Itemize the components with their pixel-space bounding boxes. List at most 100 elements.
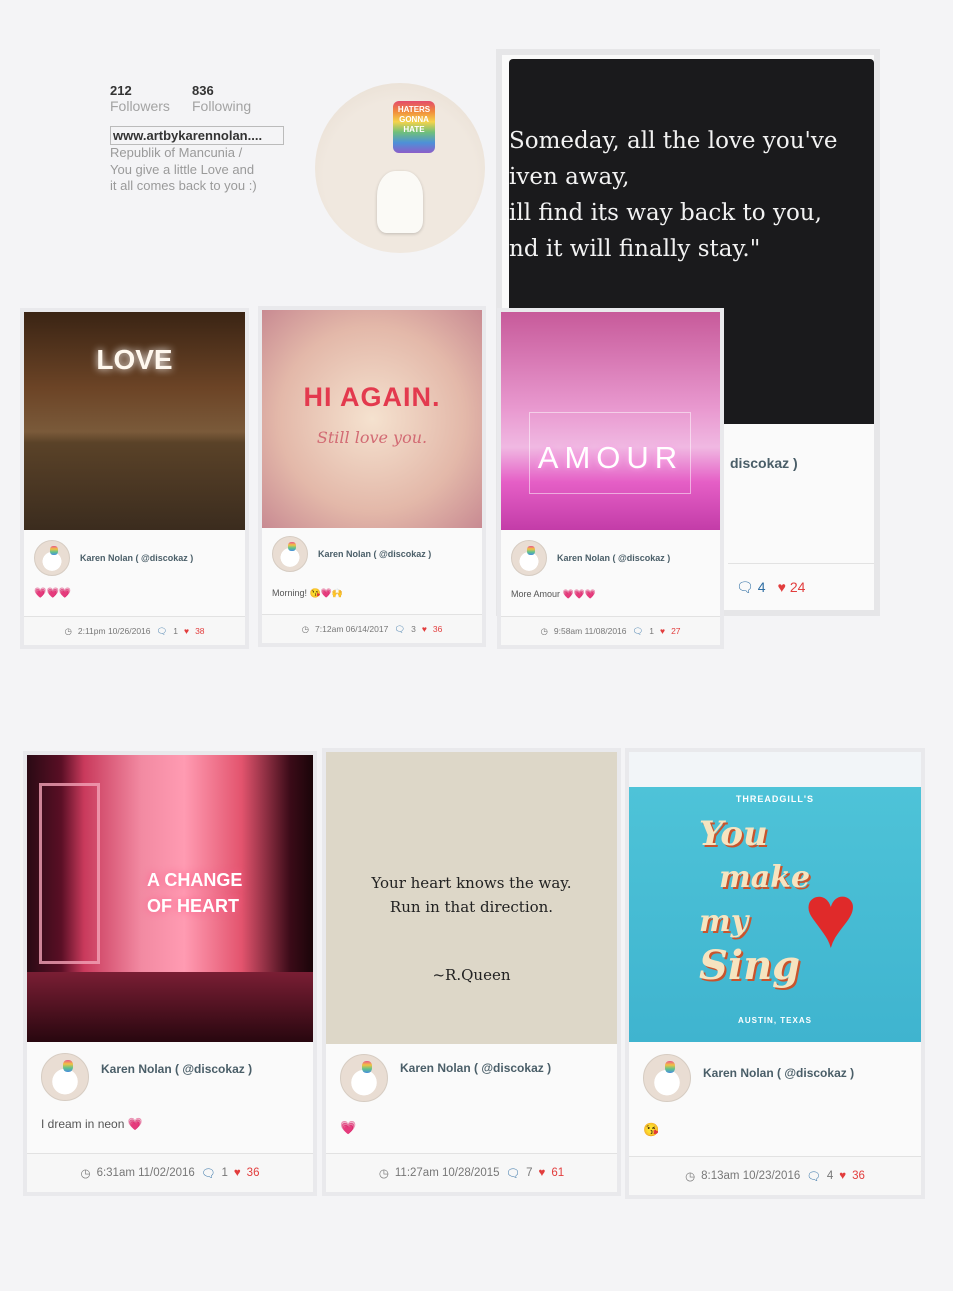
- heart-icon: ♥: [660, 626, 666, 636]
- post-meta: ◷ 2:11pm 10/26/2016 🗨 1 ♥ 38: [24, 616, 245, 645]
- following-count: 836: [192, 83, 214, 98]
- comment-count: 1: [173, 626, 179, 636]
- floor: [27, 972, 313, 1042]
- post-author[interactable]: Karen Nolan ( @discokaz ): [400, 1061, 551, 1075]
- mural-banner: THREADGILL'S: [735, 794, 815, 804]
- post-author[interactable]: Karen Nolan ( @discokaz ): [80, 553, 193, 563]
- post-caption: 😘: [643, 1122, 660, 1137]
- post-time: 11:27am 10/28/2015: [394, 1167, 500, 1179]
- post-meta: ◷ 7:12am 06/14/2017 🗨 3 ♥ 36: [262, 614, 482, 643]
- post-meta: ◷ 6:31am 11/02/2016 🗨 1 ♥ 36: [27, 1153, 313, 1192]
- post-time: 2:11pm 10/26/2016: [77, 626, 151, 636]
- post-caption: Morning! 😘💗🙌: [272, 588, 344, 598]
- quote-line: nd it will finally stay.": [509, 236, 761, 262]
- quote-attribution: ~R.Queen: [432, 966, 511, 984]
- quote-line: Run in that direction.: [389, 898, 554, 916]
- like-count: 36: [246, 1167, 260, 1179]
- like-count: 38: [195, 626, 205, 636]
- comment-count: 4: [757, 579, 766, 595]
- post-card[interactable]: AMOUR Karen Nolan ( @discokaz ) More Amo…: [501, 312, 720, 645]
- bio-line: Republik of Mancunia /: [110, 145, 243, 160]
- avatar[interactable]: [340, 1054, 388, 1102]
- comment-icon: 🗨: [200, 1168, 216, 1180]
- quote-author[interactable]: discokaz ): [730, 455, 798, 471]
- heart-icon: ♥: [233, 1167, 241, 1179]
- comment-count: 7: [526, 1167, 533, 1179]
- clock-icon: ◷: [80, 1168, 91, 1180]
- post-caption: 💗: [340, 1120, 357, 1135]
- avatar[interactable]: [511, 540, 547, 576]
- heart-icon: ♥: [184, 626, 190, 636]
- image-text: A CHANGE OF HEART: [147, 870, 243, 916]
- post-meta: ◷ 8:13am 10/23/2016 🗨 4 ♥ 36: [629, 1156, 921, 1195]
- mural-word: You: [699, 814, 768, 854]
- door-frame: [39, 783, 100, 964]
- like-count: 36: [852, 1170, 865, 1182]
- followers-stat[interactable]: 212 Followers: [110, 83, 170, 114]
- followers-label: Followers: [110, 98, 170, 114]
- avatar[interactable]: [643, 1054, 691, 1102]
- like-count: 27: [671, 626, 681, 636]
- post-author[interactable]: Karen Nolan ( @discokaz ): [318, 549, 431, 559]
- like-count: 36: [432, 624, 443, 634]
- post-image-change-of-heart: A CHANGE OF HEART: [27, 755, 313, 1042]
- comment-count: 3: [411, 624, 416, 634]
- post-card[interactable]: THREADGILL'S You make my Sing ♥ AUSTIN, …: [629, 752, 921, 1195]
- post-caption: More Amour 💗💗💗: [511, 589, 597, 599]
- following-stat[interactable]: 836 Following: [192, 83, 251, 114]
- quote-line: Your heart knows the way.: [371, 874, 572, 892]
- post-author[interactable]: Karen Nolan ( @discokaz ): [101, 1062, 252, 1076]
- website-link[interactable]: www.artbykarennolan....: [110, 126, 284, 145]
- post-image-love: LOVE: [24, 312, 245, 530]
- post-image-mural: THREADGILL'S You make my Sing ♥ AUSTIN, …: [629, 752, 921, 1042]
- post-card[interactable]: Your heart knows the way. Run in that di…: [326, 752, 617, 1192]
- image-text: LOVE: [96, 344, 173, 375]
- post-time: 9:58am 11/08/2016: [553, 626, 627, 636]
- clock-icon: ◷: [301, 623, 310, 634]
- post-image-amour: AMOUR: [501, 312, 720, 530]
- avatar[interactable]: [272, 536, 308, 572]
- post-time: 8:13am 10/23/2016: [701, 1170, 801, 1182]
- post-meta: ◷ 11:27am 10/28/2015 🗨 7 ♥ 61: [326, 1153, 617, 1192]
- image-subtext: Still love you.: [316, 428, 428, 447]
- image-text: AMOUR: [537, 440, 684, 475]
- bio: Republik of Mancunia / You give a little…: [110, 145, 295, 195]
- post-meta: ◷ 9:58am 11/08/2016 🗨 1 ♥ 27: [501, 616, 720, 645]
- heart-icon: ♥: [421, 624, 427, 634]
- followers-count: 212: [110, 83, 132, 98]
- mural-footer: AUSTIN, TEXAS: [738, 1016, 812, 1025]
- post-card[interactable]: LOVE Karen Nolan ( @discokaz ) 💗💗💗 ◷ 2:11…: [24, 312, 245, 645]
- post-card[interactable]: A CHANGE OF HEART Karen Nolan ( @discoka…: [27, 755, 313, 1192]
- clock-icon: ◷: [685, 1171, 696, 1183]
- clock-icon: ◷: [378, 1168, 389, 1180]
- post-author[interactable]: Karen Nolan ( @discokaz ): [557, 553, 670, 563]
- bio-line: You give a little Love and: [110, 161, 255, 177]
- post-card[interactable]: HI AGAIN. Still love you. Karen Nolan ( …: [262, 310, 482, 643]
- quote-line: iven away,: [509, 164, 630, 190]
- post-time: 7:12am 06/14/2017: [315, 624, 389, 634]
- post-time: 6:31am 11/02/2016: [96, 1167, 195, 1179]
- quote-meta: 🗨 4 ♥ 24: [728, 563, 874, 610]
- comment-icon: 🗨: [394, 623, 406, 634]
- avatar[interactable]: [41, 1053, 89, 1101]
- post-author[interactable]: Karen Nolan ( @discokaz ): [703, 1066, 854, 1080]
- profile-avatar[interactable]: HATERS GONNA HATE: [315, 83, 485, 253]
- post-image-quote: Your heart knows the way. Run in that di…: [326, 752, 617, 1044]
- speech-bubble: HATERS GONNA HATE: [393, 101, 435, 153]
- quote-line: Someday, all the love you've: [509, 128, 838, 154]
- post-image-hi-again: HI AGAIN. Still love you.: [262, 310, 482, 528]
- heart-icon: ♥: [538, 1167, 546, 1179]
- avatar[interactable]: [34, 540, 70, 576]
- like-count: 61: [551, 1167, 565, 1179]
- comment-icon: 🗨: [736, 578, 754, 595]
- post-caption: I dream in neon 💗: [41, 1117, 143, 1131]
- quote-line: ill find its way back to you,: [509, 200, 822, 226]
- unicorn-figure: [377, 171, 423, 233]
- heart-graphic: ♥: [804, 867, 858, 967]
- comment-count: 1: [221, 1167, 228, 1179]
- comment-icon: 🗨: [505, 1168, 521, 1180]
- post-caption: 💗💗💗: [34, 588, 72, 599]
- comment-icon: 🗨: [156, 625, 168, 636]
- like-count: 24: [789, 579, 806, 595]
- clock-icon: ◷: [540, 625, 548, 636]
